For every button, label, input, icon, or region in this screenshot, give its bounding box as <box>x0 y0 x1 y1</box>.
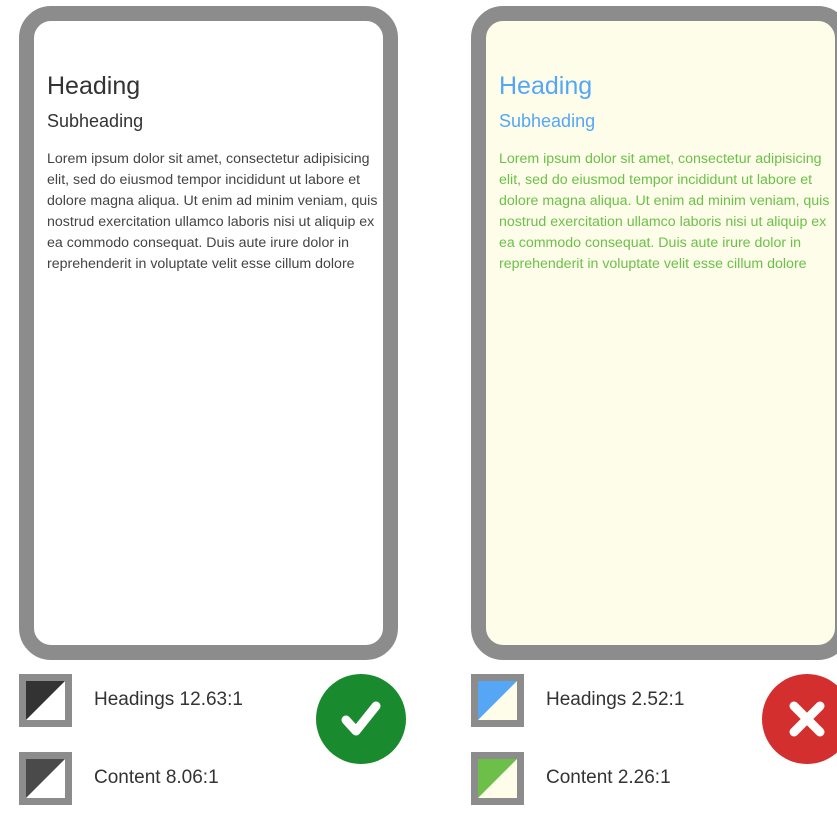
good-contrast-card: Heading Subheading Lorem ipsum dolor sit… <box>19 6 398 660</box>
headings-contrast-label: Headings 12.63:1 <box>94 689 243 710</box>
headings-contrast-label: Headings 2.52:1 <box>546 689 685 710</box>
card-heading: Heading <box>499 72 593 100</box>
check-icon <box>316 674 406 764</box>
content-contrast-swatch <box>19 752 72 805</box>
card-content: Lorem ipsum dolor sit amet, consectetur … <box>499 151 830 272</box>
content-contrast-label: Content 2.26:1 <box>546 767 671 788</box>
cross-icon <box>762 674 837 764</box>
headings-contrast-swatch <box>19 674 72 727</box>
headings-contrast-swatch <box>471 674 524 727</box>
card-subheading: Subheading <box>47 111 144 131</box>
content-contrast-swatch <box>471 752 524 805</box>
card-content: Lorem ipsum dolor sit amet, consectetur … <box>47 151 378 272</box>
card-subheading: Subheading <box>499 111 596 131</box>
poor-contrast-card: Heading Subheading Lorem ipsum dolor sit… <box>471 6 837 660</box>
content-contrast-label: Content 8.06:1 <box>94 767 219 788</box>
card-heading: Heading <box>47 72 141 100</box>
